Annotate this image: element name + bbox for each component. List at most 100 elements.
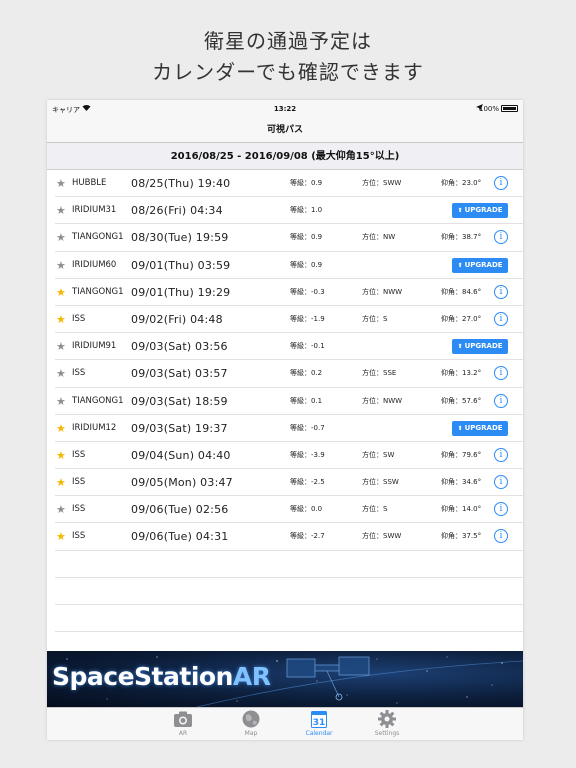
empty-row [55,578,523,605]
pass-datetime: 09/02(Fri) 04:48 [131,312,223,326]
pass-row[interactable]: ★ IRIDIUM91 09/03(Sat) 03:56 等級：-0.1 ⬆ UPGRA… [55,333,523,361]
star-icon: ★ [56,231,66,245]
star-icon: ★ [56,258,66,272]
battery-percent: 100% [478,105,499,113]
tab-bar: AR Map 31 Calendar Settings [47,707,523,740]
info-icon[interactable]: i [494,393,508,408]
app-banner[interactable]: SpaceStationAR [47,651,523,707]
star-icon: ★ [56,367,66,381]
pass-datetime: 09/06(Tue) 02:56 [131,503,229,517]
satellite-name: IRIDIUM12 [72,422,117,433]
magnitude: 等級：0.9 [290,179,323,187]
info-icon[interactable]: i [494,230,508,245]
direction: 方位：SSE [362,369,397,378]
pass-row[interactable]: ★ IRIDIUM31 08/26(Fri) 04:34 等級：1.0 ⬆ UPGRAD… [55,197,523,225]
upgrade-label: UPGRADE [464,260,503,269]
tab-label-map: Map [244,730,258,737]
elevation: 仰角：14.0° [441,505,482,514]
magnitude: 等級：-0.7 [290,423,325,432]
elevation: 仰角：27.0° [441,314,482,323]
info-icon[interactable]: i [494,502,508,517]
direction: 方位：SSW [362,478,399,487]
star-icon: ★ [56,312,66,326]
page-title: 可視パス [266,125,303,135]
promo-line-2: カレンダーでも確認できます [152,60,424,84]
pass-datetime: 09/03(Sat) 18:59 [131,394,228,408]
pass-datetime: 08/25(Thu) 19:40 [131,177,231,190]
tab-label-ar: AR [178,730,188,737]
info-icon[interactable]: i [494,529,508,544]
promo-header: 衛星の通過予定は カレンダーでも確認できます [0,0,576,100]
pass-row[interactable]: ★ ISS 09/06(Tue) 04:31 等級：-2.7 方位：SWW 仰角：37.5… [55,523,523,551]
pass-row[interactable]: ★ TIANGONG1 09/01(Thu) 19:29 等級：-0.3 方位：NWW 仰… [55,279,523,306]
upgrade-button[interactable]: ⬆ UPGRADE [452,339,508,355]
satellite-name: IRIDIUM60 [72,259,117,270]
device-screen: キャリア 13:22 100% 可視パス 2016/08/25 - 2016/0… [47,100,523,740]
magnitude: 等級：0.9 [290,260,323,269]
magnitude: 等級：-0.3 [290,287,325,296]
magnitude: 等級：0.9 [290,233,323,242]
status-time: 13:22 [273,105,297,113]
star-icon: ★ [56,476,66,490]
pass-datetime: 09/01(Thu) 19:29 [131,285,231,299]
magnitude: 等級：0.2 [290,369,323,378]
star-icon: ★ [56,530,66,544]
elevation: 仰角：79.6° [441,450,482,459]
info-icon[interactable]: i [494,176,508,190]
pass-row[interactable]: ★ IRIDIUM12 09/03(Sat) 19:37 等級：-0.7 ⬆ UPGRA… [55,415,523,442]
pass-datetime: 09/03(Sat) 03:56 [131,340,228,354]
upload-arrow-icon: ⬆ [457,261,465,269]
pass-row[interactable]: ★ HUBBLE 08/25(Thu) 19:40 等級：0.9 方位：SWW 仰角：23… [55,170,523,198]
pass-row[interactable]: ★ ISS 09/05(Mon) 03:47 等級：-2.5 方位：SSW 仰角：34.6… [55,469,523,497]
direction: 方位：SWW [362,532,402,541]
pass-datetime: 09/06(Tue) 04:31 [131,530,229,544]
direction: 方位：S [362,505,388,514]
pass-row[interactable]: ★ IRIDIUM60 09/01(Thu) 03:59 等級：0.9 ⬆ UPGRAD… [55,252,523,279]
tab-ar[interactable]: AR [153,708,213,740]
magnitude: 等級：-0.1 [290,342,325,351]
pass-row[interactable]: ★ ISS 09/06(Tue) 02:56 等級：0.0 方位：S 仰角：14.0° i [55,496,523,524]
magnitude: 等級：0.1 [290,396,323,405]
pass-datetime: 09/03(Sat) 03:57 [131,367,228,381]
satellite-name: ISS [72,313,86,324]
info-icon[interactable]: i [494,284,508,299]
pass-datetime: 09/03(Sat) 19:37 [131,421,228,435]
upgrade-button[interactable]: ⬆ UPGRADE [452,203,508,219]
pass-datetime: 09/01(Thu) 03:59 [131,258,231,272]
empty-row [55,605,523,633]
upgrade-button[interactable]: ⬆ UPGRADE [452,257,508,273]
tab-settings[interactable]: Settings [357,708,417,740]
info-icon[interactable]: i [494,311,508,326]
star-icon: ★ [56,421,66,435]
pass-row[interactable]: ★ ISS 09/02(Fri) 04:48 等級：-1.9 方位：S 仰角：27.0° i [55,306,523,334]
pass-list[interactable]: ★ HUBBLE 08/25(Thu) 19:40 等級：0.9 方位：SWW 仰角：23… [47,170,523,633]
direction: 方位：NW [362,233,396,242]
magnitude: 等級：-3.9 [290,450,325,459]
star-icon: ★ [56,285,66,299]
upload-arrow-icon: ⬆ [457,207,465,215]
pass-row[interactable]: ★ ISS 09/03(Sat) 03:57 等級：0.2 方位：SSE 仰角：13.2°… [55,360,523,388]
tab-calendar[interactable]: 31 Calendar [289,708,349,740]
info-icon[interactable]: i [494,475,508,490]
pass-row[interactable]: ★ ISS 09/04(Sun) 04:40 等級：-3.9 方位：SW 仰角：79.6°… [55,442,523,470]
empty-row [55,551,523,578]
magnitude: 等級：1.0 [290,206,323,215]
magnitude: 等級：-1.9 [290,314,325,323]
upgrade-label: UPGRADE [464,423,503,432]
info-icon[interactable]: i [494,447,508,462]
star-icon: ★ [56,340,66,354]
info-icon[interactable]: i [494,366,508,381]
elevation: 仰角：34.6° [441,478,482,487]
satellite-name: ISS [72,504,86,515]
pass-datetime: 09/05(Mon) 03:47 [131,476,233,490]
satellite-name: TIANGONG1 [72,395,124,406]
elevation: 仰角：38.7° [441,233,482,242]
promo-line-1: 衛星の通過予定は [204,29,372,53]
tab-map[interactable]: Map [221,708,281,740]
pass-row[interactable]: ★ TIANGONG1 08/30(Tue) 19:59 等級：0.9 方位：NW 仰角：… [55,224,523,252]
banner-title: SpaceStationAR [52,662,271,691]
pass-row[interactable]: ★ TIANGONG1 09/03(Sat) 18:59 等級：0.1 方位：NWW 仰角… [55,388,523,415]
upload-arrow-icon: ⬆ [457,343,465,351]
upgrade-button[interactable]: ⬆ UPGRADE [452,420,508,436]
pass-datetime: 08/26(Fri) 04:34 [131,204,223,218]
